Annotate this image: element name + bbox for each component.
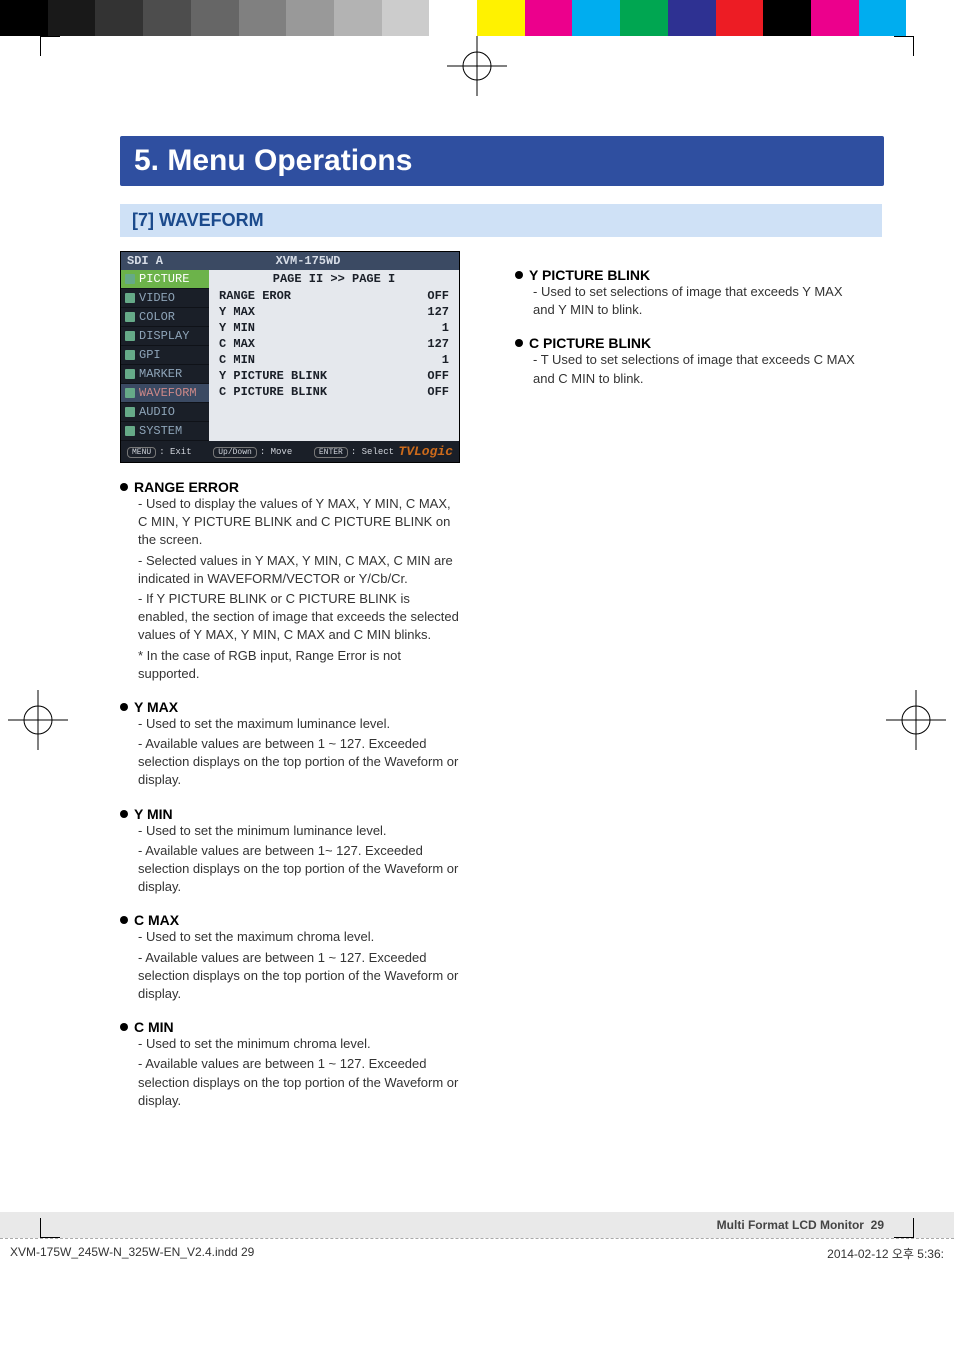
osd-menu-key: MENU [127,447,156,458]
doc-paragraph: - T Used to set selections of image that… [533,351,855,387]
osd-setting-row: Y PICTURE BLINKOFF [209,368,459,384]
osd-setting-row: C MAX127 [209,336,459,352]
doc-paragraph: - Selected values in Y MAX, Y MIN, C MAX… [138,552,460,588]
osd-sidebar-item: MARKER [121,365,209,384]
footer-page-number: 29 [871,1218,884,1232]
registration-mark-right [886,690,946,755]
doc-item-description: - Used to display the values of Y MAX, Y… [120,495,460,683]
crop-mark [40,1218,60,1238]
osd-setting-row: Y MAX127 [209,304,459,320]
osd-sidebar-item: VIDEO [121,289,209,308]
doc-paragraph: - Used to set the maximum chroma level. [138,928,460,946]
doc-paragraph: - If Y PICTURE BLINK or C PICTURE BLINK … [138,590,460,645]
osd-brand: TVLogic [398,444,453,459]
page-footer: Multi Format LCD Monitor 29 [0,1212,954,1238]
doc-item-heading: Y MIN [120,806,460,822]
osd-sidebar-item: PICTURE [121,270,209,289]
osd-model-label: XVM-175WD [276,254,341,268]
page-content: 5. Menu Operations [7] WAVEFORM SDI A XV… [0,36,954,1152]
doc-item-description: - Used to set the maximum chroma level. -… [120,928,460,1003]
doc-item-description: - T Used to set selections of image that… [515,351,855,387]
osd-sidebar-item: GPI [121,346,209,365]
osd-sidebar-item: AUDIO [121,403,209,422]
doc-item-heading: C PICTURE BLINK [515,335,855,351]
osd-screenshot: SDI A XVM-175WD PICTUREVIDEOCOLORDISPLAY… [120,251,460,463]
osd-updown-key: Up/Down [213,447,257,458]
osd-footer: MENU: Exit Up/Down: Move ENTER: Select T… [121,441,459,462]
osd-sidebar: PICTUREVIDEOCOLORDISPLAYGPIMARKERWAVEFOR… [121,270,209,441]
osd-page-indicator: PAGE II >> PAGE I [209,270,459,288]
doc-paragraph: - Used to set the minimum luminance leve… [138,822,460,840]
print-metadata: XVM-175W_245W-N_325W-EN_V2.4.indd 29 201… [0,1238,954,1268]
doc-item-description: - Used to set selections of image that e… [515,283,855,319]
doc-item-heading: Y MAX [120,699,460,715]
footer-label: Multi Format LCD Monitor [717,1218,864,1232]
doc-item-description: - Used to set the maximum luminance leve… [120,715,460,790]
osd-sidebar-item: WAVEFORM [121,384,209,403]
crop-mark [40,36,60,56]
osd-sidebar-item: SYSTEM [121,422,209,441]
osd-input-label: SDI A [127,254,163,268]
doc-item-heading: C MIN [120,1019,460,1035]
osd-enter-key: ENTER [314,447,348,458]
section-title: [7] WAVEFORM [120,204,882,237]
osd-main: PAGE II >> PAGE I RANGE EROROFF Y MAX127… [209,270,459,441]
doc-paragraph: * In the case of RGB input, Range Error … [138,647,460,683]
osd-sidebar-item: DISPLAY [121,327,209,346]
osd-setting-row: Y MIN1 [209,320,459,336]
crop-mark [894,1218,914,1238]
doc-paragraph: - Available values are between 1 ~ 127. … [138,735,460,790]
osd-setting-row: RANGE EROROFF [209,288,459,304]
registration-mark-top [447,36,507,101]
doc-item-description: - Used to set the minimum chroma level. -… [120,1035,460,1110]
print-date: 2014-02-12 오후 5:36: [827,1245,944,1262]
doc-item-heading: C MAX [120,912,460,928]
doc-paragraph: - Available values are between 1 ~ 127. … [138,1055,460,1110]
registration-mark-left [8,690,68,755]
osd-setting-row: C PICTURE BLINKOFF [209,384,459,400]
doc-paragraph: - Used to set the minimum chroma level. [138,1035,460,1053]
doc-item-heading: RANGE ERROR [120,479,460,495]
osd-setting-row: C MIN1 [209,352,459,368]
doc-item-description: - Used to set the minimum luminance leve… [120,822,460,897]
doc-paragraph: - Used to set the maximum luminance leve… [138,715,460,733]
doc-paragraph: - Used to display the values of Y MAX, Y… [138,495,460,550]
osd-sidebar-item: COLOR [121,308,209,327]
doc-item-heading: Y PICTURE BLINK [515,267,855,283]
crop-mark [894,36,914,56]
doc-paragraph: - Used to set selections of image that e… [533,283,855,319]
chapter-title: 5. Menu Operations [120,136,884,186]
doc-paragraph: - Available values are between 1~ 127. E… [138,842,460,897]
print-color-bar [0,0,954,36]
doc-paragraph: - Available values are between 1 ~ 127. … [138,949,460,1004]
print-filename: XVM-175W_245W-N_325W-EN_V2.4.indd 29 [10,1245,254,1262]
